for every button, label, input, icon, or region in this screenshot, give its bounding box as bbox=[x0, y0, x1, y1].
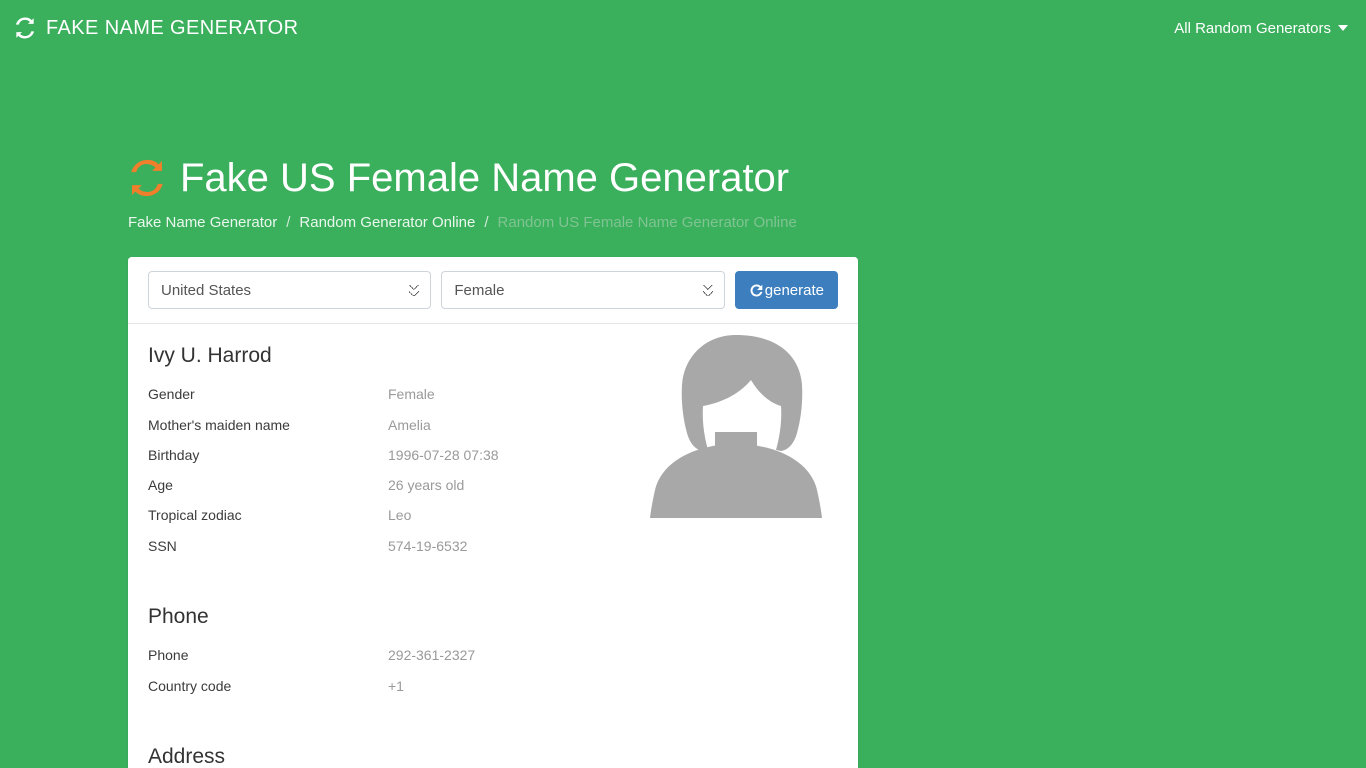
detail-label: Gender bbox=[148, 386, 195, 403]
detail-label: Mother's maiden name bbox=[148, 416, 290, 433]
detail-label: Tropical zodiac bbox=[148, 507, 242, 524]
detail-label: Birthday bbox=[148, 446, 200, 463]
detail-value: 574-19-6532 bbox=[388, 537, 468, 554]
gender-select[interactable]: Female bbox=[441, 271, 725, 309]
generate-button[interactable]: generate bbox=[734, 271, 838, 309]
phone-details-table: Phone 292-361-2327 Country code +1 bbox=[148, 640, 838, 701]
brand-link[interactable]: FAKE NAME GENERATOR bbox=[14, 17, 298, 40]
refresh-cycle-icon bbox=[14, 17, 36, 39]
table-row: Phone 292-361-2327 bbox=[148, 640, 838, 670]
breadcrumb-separator: / bbox=[484, 214, 489, 231]
generator-card: United States Female generate Ivy U. Har… bbox=[128, 257, 858, 768]
page-title-text: Fake US Female Name Generator bbox=[180, 156, 790, 200]
refresh-icon bbox=[749, 283, 764, 298]
address-section-title: Address bbox=[148, 744, 226, 768]
table-row: SSN 574-19-6532 bbox=[148, 531, 838, 561]
breadcrumb-item-0[interactable]: Fake Name Generator bbox=[128, 214, 277, 231]
page-title: Fake US Female Name Generator bbox=[128, 56, 1366, 200]
table-row: Country code +1 bbox=[148, 671, 838, 701]
country-select[interactable]: United States bbox=[148, 271, 432, 309]
breadcrumb-item-1[interactable]: Random Generator Online bbox=[299, 214, 475, 231]
female-avatar-placeholder bbox=[648, 332, 824, 518]
detail-label: Phone bbox=[148, 647, 189, 664]
caret-down-icon bbox=[1338, 25, 1348, 31]
breadcrumb-separator: / bbox=[286, 214, 291, 231]
refresh-cycle-icon bbox=[128, 159, 166, 197]
detail-label: Age bbox=[148, 477, 173, 494]
brand-label: FAKE NAME GENERATOR bbox=[46, 16, 299, 39]
all-random-generators-label: All Random Generators bbox=[1174, 19, 1331, 37]
breadcrumb-item-current: Random US Female Name Generator Online bbox=[497, 214, 797, 231]
phone-section-title: Phone bbox=[148, 605, 209, 629]
generate-button-label: generate bbox=[764, 281, 824, 299]
detail-label: Country code bbox=[148, 677, 232, 694]
page-content: Fake US Female Name Generator Fake Name … bbox=[0, 56, 1366, 768]
detail-value: 292-361-2327 bbox=[388, 647, 476, 664]
generator-form: United States Female generate bbox=[128, 257, 858, 324]
detail-value: +1 bbox=[388, 677, 404, 694]
detail-label: SSN bbox=[148, 537, 177, 554]
all-random-generators-menu[interactable]: All Random Generators bbox=[1174, 20, 1348, 37]
breadcrumb: Fake Name Generator / Random Generator O… bbox=[128, 214, 1366, 231]
top-navbar: FAKE NAME GENERATOR All Random Generator… bbox=[0, 0, 1366, 56]
result-panel: Ivy U. Harrod Gender Female Mother's mai… bbox=[128, 324, 858, 768]
